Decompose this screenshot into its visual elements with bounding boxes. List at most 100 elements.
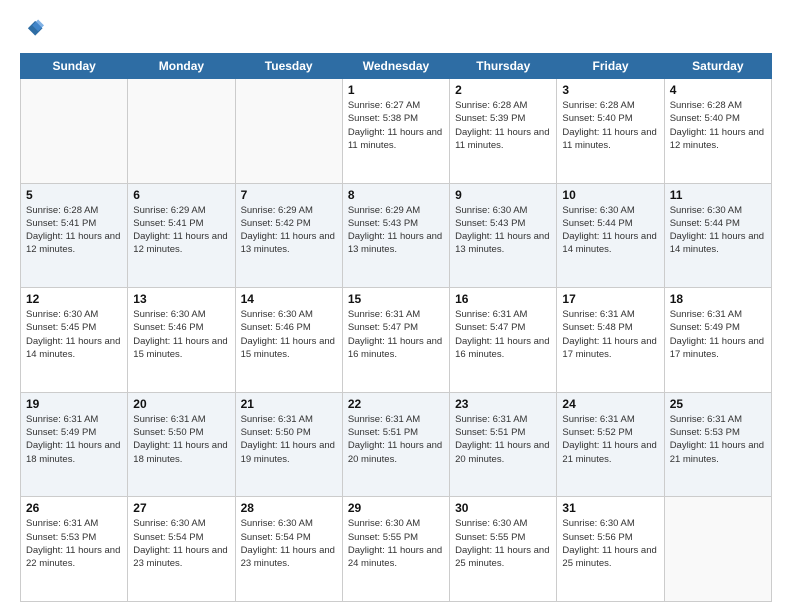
cell-info-text: Sunrise: 6:31 AMSunset: 5:48 PMDaylight:… xyxy=(562,308,658,361)
cell-info-text: Sunrise: 6:31 AMSunset: 5:52 PMDaylight:… xyxy=(562,413,658,466)
cell-date-number: 30 xyxy=(455,501,551,515)
calendar-cell: 23 Sunrise: 6:31 AMSunset: 5:51 PMDayligh… xyxy=(450,392,557,497)
cell-date-number: 3 xyxy=(562,83,658,97)
day-header-friday: Friday xyxy=(557,54,664,79)
calendar-cell: 18 Sunrise: 6:31 AMSunset: 5:49 PMDayligh… xyxy=(664,288,771,393)
calendar-cell: 1Sunrise: 6:27 AMSunset: 5:38 PMDaylight… xyxy=(342,79,449,184)
cell-date-number: 29 xyxy=(348,501,444,515)
cell-date-number: 9 xyxy=(455,188,551,202)
logo xyxy=(20,18,44,45)
calendar-cell: 31Sunrise: 6:30 AMSunset: 5:56 PMDayligh… xyxy=(557,497,664,602)
cell-date-number: 15 xyxy=(348,292,444,306)
calendar-cell: 25 Sunrise: 6:31 AMSunset: 5:53 PMDayligh… xyxy=(664,392,771,497)
calendar-cell: 17Sunrise: 6:31 AMSunset: 5:48 PMDayligh… xyxy=(557,288,664,393)
calendar-week-1: 1Sunrise: 6:27 AMSunset: 5:38 PMDaylight… xyxy=(21,79,772,184)
day-header-monday: Monday xyxy=(128,54,235,79)
cell-date-number: 11 xyxy=(670,188,766,202)
cell-date-number: 16 xyxy=(455,292,551,306)
cell-date-number: 12 xyxy=(26,292,122,306)
cell-date-number: 10 xyxy=(562,188,658,202)
cell-info-text: Sunrise: 6:29 AMSunset: 5:43 PMDaylight:… xyxy=(348,204,444,257)
calendar-cell: 10 Sunrise: 6:30 AMSunset: 5:44 PMDayligh… xyxy=(557,183,664,288)
day-header-saturday: Saturday xyxy=(664,54,771,79)
calendar-cell: 4Sunrise: 6:28 AMSunset: 5:40 PMDaylight… xyxy=(664,79,771,184)
calendar-cell: 16 Sunrise: 6:31 AMSunset: 5:47 PMDayligh… xyxy=(450,288,557,393)
cell-info-text: Sunrise: 6:30 AMSunset: 5:54 PMDaylight:… xyxy=(241,517,337,570)
cell-date-number: 14 xyxy=(241,292,337,306)
cell-info-text: Sunrise: 6:31 AMSunset: 5:50 PMDaylight:… xyxy=(241,413,337,466)
calendar-table: SundayMondayTuesdayWednesdayThursdayFrid… xyxy=(20,53,772,602)
cell-date-number: 1 xyxy=(348,83,444,97)
cell-info-text: Sunrise: 6:29 AMSunset: 5:42 PMDaylight:… xyxy=(241,204,337,257)
calendar-week-4: 19 Sunrise: 6:31 AMSunset: 5:49 PMDayligh… xyxy=(21,392,772,497)
cell-date-number: 24 xyxy=(562,397,658,411)
calendar-cell: 24 Sunrise: 6:31 AMSunset: 5:52 PMDayligh… xyxy=(557,392,664,497)
cell-date-number: 19 xyxy=(26,397,122,411)
page: SundayMondayTuesdayWednesdayThursdayFrid… xyxy=(0,0,792,612)
cell-info-text: Sunrise: 6:30 AMSunset: 5:55 PMDaylight:… xyxy=(348,517,444,570)
cell-date-number: 26 xyxy=(26,501,122,515)
cell-date-number: 13 xyxy=(133,292,229,306)
cell-date-number: 7 xyxy=(241,188,337,202)
calendar-cell: 5 Sunrise: 6:28 AMSunset: 5:41 PMDaylight… xyxy=(21,183,128,288)
cell-date-number: 5 xyxy=(26,188,122,202)
cell-info-text: Sunrise: 6:31 AMSunset: 5:49 PMDaylight:… xyxy=(26,413,122,466)
cell-info-text: Sunrise: 6:28 AMSunset: 5:40 PMDaylight:… xyxy=(562,99,658,152)
cell-date-number: 21 xyxy=(241,397,337,411)
cell-info-text: Sunrise: 6:31 AMSunset: 5:49 PMDaylight:… xyxy=(670,308,766,361)
calendar-cell: 14Sunrise: 6:30 AMSunset: 5:46 PMDayligh… xyxy=(235,288,342,393)
calendar-cell xyxy=(235,79,342,184)
cell-info-text: Sunrise: 6:31 AMSunset: 5:50 PMDaylight:… xyxy=(133,413,229,466)
cell-info-text: Sunrise: 6:30 AMSunset: 5:46 PMDaylight:… xyxy=(133,308,229,361)
cell-date-number: 6 xyxy=(133,188,229,202)
calendar-cell: 11 Sunrise: 6:30 AMSunset: 5:44 PMDayligh… xyxy=(664,183,771,288)
cell-info-text: Sunrise: 6:31 AMSunset: 5:47 PMDaylight:… xyxy=(455,308,551,361)
cell-date-number: 2 xyxy=(455,83,551,97)
cell-info-text: Sunrise: 6:31 AMSunset: 5:51 PMDaylight:… xyxy=(455,413,551,466)
cell-date-number: 22 xyxy=(348,397,444,411)
calendar-cell: 27 Sunrise: 6:30 AMSunset: 5:54 PMDayligh… xyxy=(128,497,235,602)
cell-date-number: 25 xyxy=(670,397,766,411)
calendar-cell: 26 Sunrise: 6:31 AMSunset: 5:53 PMDayligh… xyxy=(21,497,128,602)
calendar-cell xyxy=(664,497,771,602)
calendar-cell: 6 Sunrise: 6:29 AMSunset: 5:41 PMDaylight… xyxy=(128,183,235,288)
cell-date-number: 28 xyxy=(241,501,337,515)
day-header-thursday: Thursday xyxy=(450,54,557,79)
cell-info-text: Sunrise: 6:31 AMSunset: 5:53 PMDaylight:… xyxy=(670,413,766,466)
cell-info-text: Sunrise: 6:29 AMSunset: 5:41 PMDaylight:… xyxy=(133,204,229,257)
cell-date-number: 18 xyxy=(670,292,766,306)
day-header-wednesday: Wednesday xyxy=(342,54,449,79)
logo-icon xyxy=(22,18,44,40)
calendar-cell: 20 Sunrise: 6:31 AMSunset: 5:50 PMDayligh… xyxy=(128,392,235,497)
calendar-cell: 2Sunrise: 6:28 AMSunset: 5:39 PMDaylight… xyxy=(450,79,557,184)
header xyxy=(20,18,772,45)
cell-date-number: 20 xyxy=(133,397,229,411)
calendar-cell: 7 Sunrise: 6:29 AMSunset: 5:42 PMDaylight… xyxy=(235,183,342,288)
cell-info-text: Sunrise: 6:28 AMSunset: 5:41 PMDaylight:… xyxy=(26,204,122,257)
calendar-cell: 21 Sunrise: 6:31 AMSunset: 5:50 PMDayligh… xyxy=(235,392,342,497)
calendar-week-5: 26 Sunrise: 6:31 AMSunset: 5:53 PMDayligh… xyxy=(21,497,772,602)
calendar-cell: 15 Sunrise: 6:31 AMSunset: 5:47 PMDayligh… xyxy=(342,288,449,393)
calendar-cell xyxy=(128,79,235,184)
cell-date-number: 27 xyxy=(133,501,229,515)
calendar-cell: 8 Sunrise: 6:29 AMSunset: 5:43 PMDaylight… xyxy=(342,183,449,288)
cell-info-text: Sunrise: 6:30 AMSunset: 5:44 PMDaylight:… xyxy=(562,204,658,257)
cell-info-text: Sunrise: 6:31 AMSunset: 5:47 PMDaylight:… xyxy=(348,308,444,361)
cell-date-number: 23 xyxy=(455,397,551,411)
calendar-cell xyxy=(21,79,128,184)
calendar-cell: 28 Sunrise: 6:30 AMSunset: 5:54 PMDayligh… xyxy=(235,497,342,602)
cell-date-number: 8 xyxy=(348,188,444,202)
day-header-tuesday: Tuesday xyxy=(235,54,342,79)
calendar-cell: 13 Sunrise: 6:30 AMSunset: 5:46 PMDayligh… xyxy=(128,288,235,393)
cell-info-text: Sunrise: 6:30 AMSunset: 5:55 PMDaylight:… xyxy=(455,517,551,570)
calendar-week-2: 5 Sunrise: 6:28 AMSunset: 5:41 PMDaylight… xyxy=(21,183,772,288)
day-header-sunday: Sunday xyxy=(21,54,128,79)
cell-info-text: Sunrise: 6:30 AMSunset: 5:43 PMDaylight:… xyxy=(455,204,551,257)
cell-info-text: Sunrise: 6:31 AMSunset: 5:53 PMDaylight:… xyxy=(26,517,122,570)
calendar-cell: 3 Sunrise: 6:28 AMSunset: 5:40 PMDaylight… xyxy=(557,79,664,184)
cell-info-text: Sunrise: 6:30 AMSunset: 5:54 PMDaylight:… xyxy=(133,517,229,570)
cell-info-text: Sunrise: 6:28 AMSunset: 5:40 PMDaylight:… xyxy=(670,99,766,152)
calendar-cell: 22Sunrise: 6:31 AMSunset: 5:51 PMDayligh… xyxy=(342,392,449,497)
cell-info-text: Sunrise: 6:30 AMSunset: 5:44 PMDaylight:… xyxy=(670,204,766,257)
calendar-cell: 29 Sunrise: 6:30 AMSunset: 5:55 PMDayligh… xyxy=(342,497,449,602)
